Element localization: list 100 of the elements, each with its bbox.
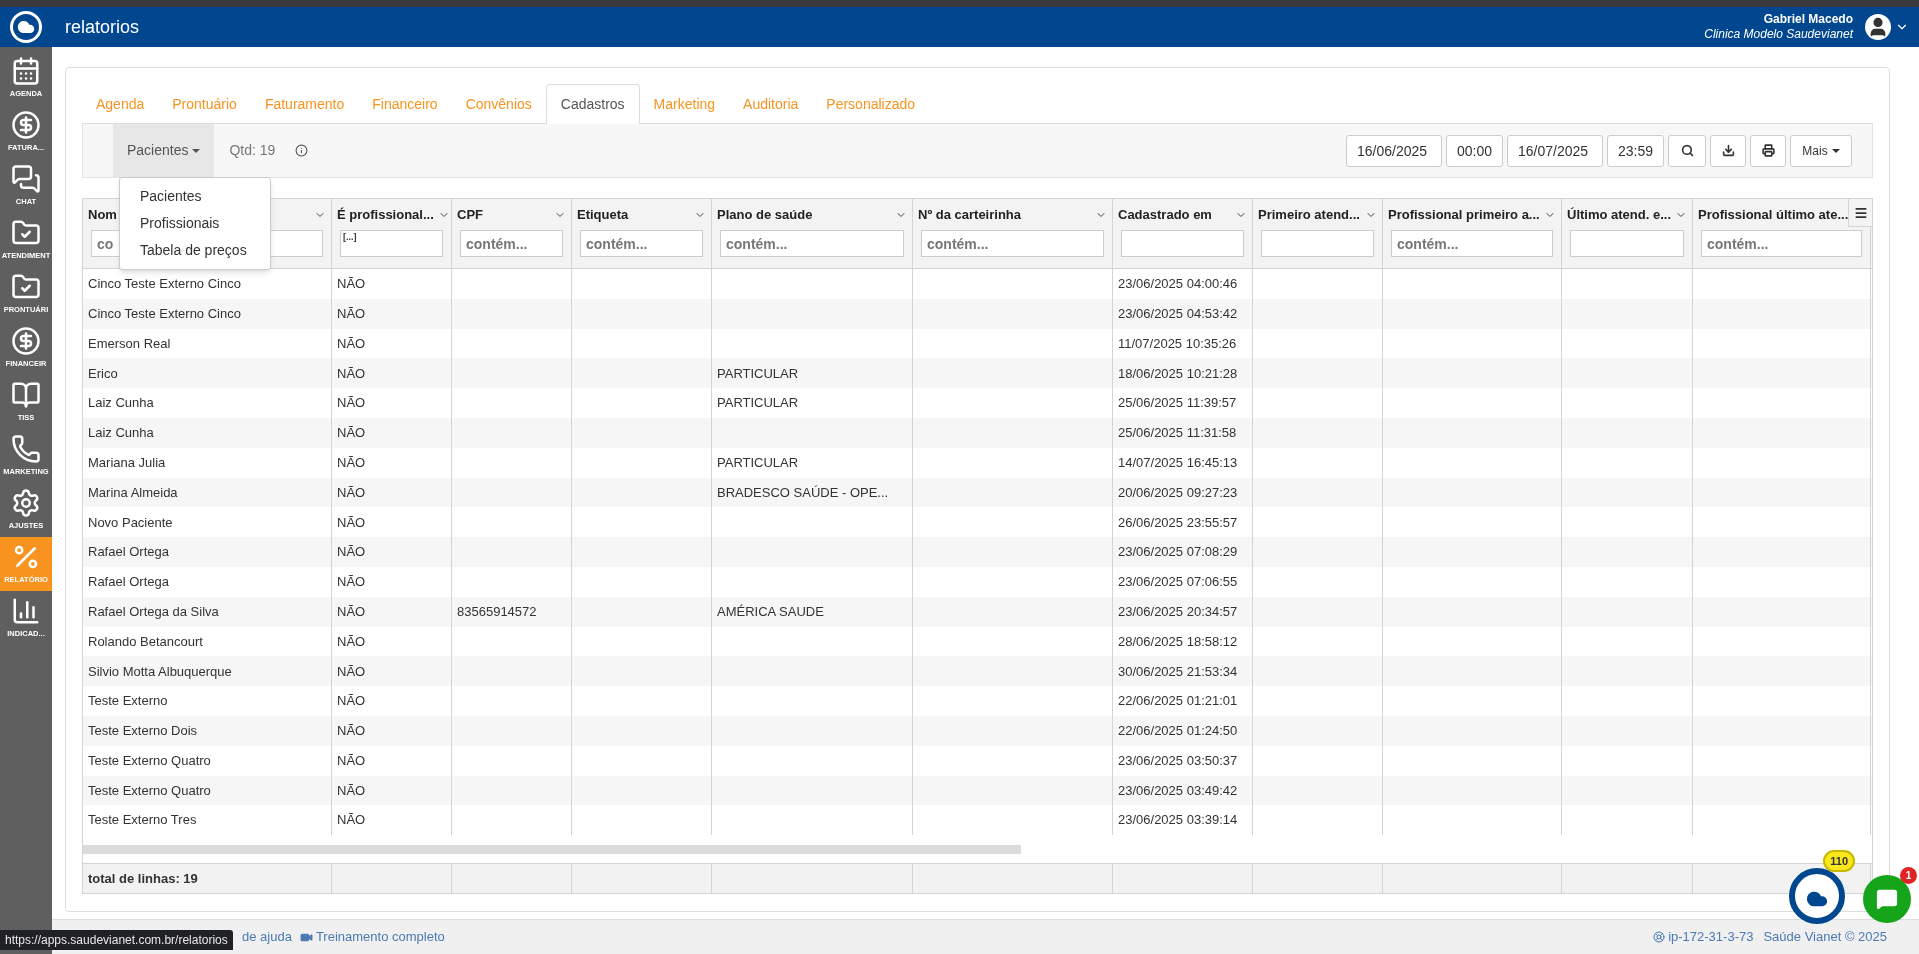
table-cell-text: Laiz Cunha: [88, 424, 154, 443]
table-cell-text: NÃO: [337, 722, 366, 741]
table-cell-text: Rafael Ortega: [88, 573, 169, 592]
chat-icon: [9, 164, 43, 195]
column-header[interactable]: Nº da carteirinha: [918, 204, 1021, 225]
table-cell-text: Teste Externo: [88, 692, 168, 711]
table-cell-text: NÃO: [337, 334, 366, 353]
table-cell-text: NÃO: [337, 662, 366, 681]
table-cell-text: Teste Externo Quatro: [88, 751, 211, 770]
menu-item[interactable]: Profissionais: [120, 210, 270, 237]
table-cell-text: 22/06/2025 01:24:50: [1118, 722, 1238, 741]
table-cell-text: Cinco Teste Externo Cinco: [88, 275, 241, 294]
end-date-field[interactable]: 16/07/2025: [1507, 134, 1603, 167]
column-header[interactable]: Etiqueta: [577, 204, 629, 225]
download-icon: [1721, 144, 1735, 157]
table-cell-text: Teste Externo Dois: [88, 722, 198, 741]
table-cell-text: Rafael Ortega: [88, 543, 169, 562]
table-cell-text: 18/06/2025 10:21:28: [1118, 364, 1238, 383]
column-filter-field[interactable]: [1570, 230, 1684, 257]
record-count: Qtd: 19: [229, 141, 276, 160]
notification-badge: 110: [1823, 850, 1855, 872]
horizontal-scrollbar[interactable]: [83, 844, 1021, 854]
column-header[interactable]: É profissional...: [337, 204, 434, 225]
download-button[interactable]: [1710, 134, 1746, 167]
table-cell-text: BRADESCO SAÚDE - OPE...: [717, 483, 889, 502]
column-header[interactable]: Nom: [88, 204, 117, 225]
column-filter-field[interactable]: contém...: [1391, 230, 1553, 257]
column-header[interactable]: Profissional último ate...: [1698, 204, 1849, 225]
table-cell-text: 23/06/2025 03:39:14: [1118, 811, 1238, 830]
column-filter-field[interactable]: contém...: [1701, 230, 1862, 257]
table-cell-text: 83565914572: [457, 602, 537, 621]
info-icon[interactable]: [295, 144, 309, 157]
column-filter-field[interactable]: contém...: [460, 230, 563, 257]
report-type-dropdown[interactable]: Pacientes: [113, 124, 215, 177]
help-link[interactable]: de ajuda: [242, 927, 292, 947]
printer-icon: [1761, 144, 1775, 157]
table-cell-text: Mariana Julia: [88, 453, 166, 472]
table-cell-text: NÃO: [337, 394, 366, 413]
caret-icon: [192, 148, 201, 153]
table-cell-text: NÃO: [337, 513, 366, 532]
clinic-name: Clinica Modelo Saudevianet: [1704, 27, 1853, 42]
table-cell-text: NÃO: [337, 543, 366, 562]
table-cell-text: Rolando Betancourt: [88, 632, 203, 651]
table-cell-text: Marina Almeida: [88, 483, 178, 502]
table-cell-text: Teste Externo Quatro: [88, 781, 211, 800]
table-cell-text: NÃO: [337, 632, 366, 651]
table-cell-text: 30/06/2025 21:53:34: [1118, 662, 1238, 681]
table-cell-text: 26/06/2025 23:55:57: [1118, 513, 1238, 532]
print-button[interactable]: [1750, 134, 1786, 167]
column-header[interactable]: Plano de saúde: [717, 204, 813, 225]
table-cell-text: Teste Externo Tres: [88, 811, 197, 830]
message-icon: [1876, 888, 1898, 910]
table-cell-text: 23/06/2025 04:53:42: [1118, 304, 1238, 323]
notification-badge: 1: [1900, 867, 1917, 884]
server-name: ip-172-31-3-73: [1668, 928, 1754, 947]
table-cell-text: Rafael Ortega da Silva: [88, 602, 219, 621]
table-cell-text: NÃO: [337, 483, 366, 502]
more-button[interactable]: Mais: [1790, 134, 1852, 167]
column-filter-field[interactable]: [1261, 230, 1374, 257]
column-filter-field[interactable]: contém...: [720, 230, 904, 257]
training-link[interactable]: Treinamento completo: [315, 927, 445, 947]
end-time-field[interactable]: 23:59: [1607, 134, 1664, 167]
menu-item[interactable]: Tabela de preços: [120, 237, 270, 264]
table-cell-text: 14/07/2025 16:45:13: [1118, 453, 1238, 472]
table-cell-text: Novo Paciente: [88, 513, 173, 532]
table-cell-text: NÃO: [337, 602, 366, 621]
table-cell-text: 25/06/2025 11:31:58: [1118, 424, 1237, 443]
menu-icon: [1853, 205, 1868, 220]
copyright: Saúde Vianet © 2025: [1763, 928, 1887, 947]
column-filter-select[interactable]: [...]: [340, 230, 443, 257]
grid-menu-button[interactable]: [1848, 199, 1872, 227]
table-cell-text: 23/06/2025 03:49:42: [1118, 781, 1238, 800]
start-time-field[interactable]: 00:00: [1446, 134, 1503, 167]
column-filter-field[interactable]: [1121, 230, 1244, 257]
table-cell-text: 23/06/2025 07:08:29: [1118, 543, 1238, 562]
column-header[interactable]: CPF: [457, 204, 483, 225]
column-filter-field[interactable]: contém...: [580, 230, 703, 257]
caret-icon: [1831, 148, 1840, 153]
table-cell-text: NÃO: [337, 811, 366, 830]
column-header[interactable]: Profissional primeiro a...: [1388, 204, 1540, 225]
table-cell-text: 23/06/2025 20:34:57: [1118, 602, 1238, 621]
user-name: Gabriel Macedo: [1763, 12, 1853, 27]
table-cell-text: NÃO: [337, 453, 366, 472]
avatar-icon[interactable]: [1865, 14, 1891, 40]
table-cell-text: 23/06/2025 04:00:46: [1118, 275, 1238, 294]
column-filter-field[interactable]: contém...: [921, 230, 1104, 257]
page-title: relatorios: [65, 15, 140, 39]
column-header[interactable]: Último atend. e...: [1567, 204, 1671, 225]
table-cell-text: AMÉRICA SAUDE: [717, 602, 824, 621]
table-cell-text: NÃO: [337, 573, 366, 592]
table-cell-text: Laiz Cunha: [88, 394, 154, 413]
table-cell-text: NÃO: [337, 751, 366, 770]
column-header[interactable]: Primeiro atend...: [1258, 204, 1360, 225]
search-button[interactable]: [1668, 134, 1706, 167]
tab[interactable]: Cadastros: [545, 84, 640, 125]
column-header[interactable]: Cadastrado em: [1118, 204, 1212, 225]
lifebuoy-icon: [1653, 931, 1666, 943]
start-date-field[interactable]: 16/06/2025: [1346, 134, 1442, 167]
table-cell-text: Emerson Real: [88, 334, 171, 353]
menu-item[interactable]: Pacientes: [120, 183, 270, 210]
